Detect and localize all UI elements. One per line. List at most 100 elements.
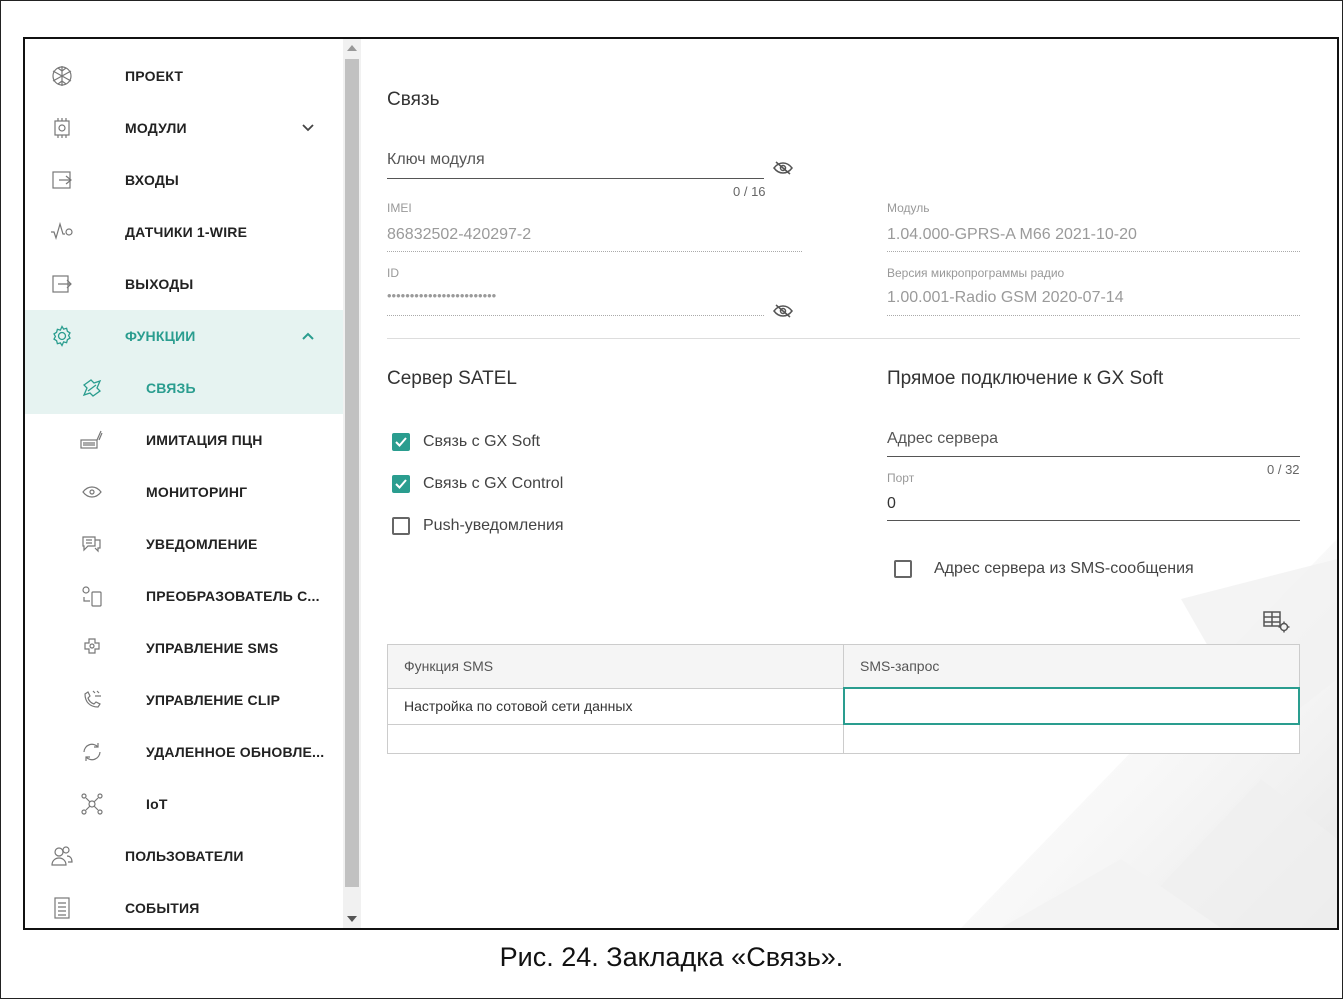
project-icon [49,63,75,89]
eye-off-icon[interactable] [773,160,793,176]
gx-soft-label: Связь с GX Soft [423,433,541,450]
sidebar-item-label: СОБЫТИЯ [125,900,200,916]
module-key-counter: 0 / 16 [733,184,766,199]
message-bubble-icon [79,531,105,557]
radio-firmware-value: 1.00.001-Radio GSM 2020-07-14 [887,289,1124,306]
sidebar-item-1wire-sensors[interactable]: ДАТЧИКИ 1-WIRE [25,206,343,258]
table-settings-icon[interactable] [1262,609,1292,633]
gx-soft-checkbox-row[interactable]: Связь с GX Soft [392,433,540,451]
sidebar-item-sms-control[interactable]: УПРАВЛЕНИЕ SMS [25,622,343,674]
module-label: Модуль [887,201,930,215]
gx-control-checkbox[interactable] [392,475,410,493]
table-cell-function: Настройка по сотовой сети данных [387,687,844,725]
column-header-sms-function[interactable]: Функция SMS [387,644,844,689]
section-title: Связь [387,89,440,110]
divider [387,338,1300,339]
sidebar-item-monitoring-station-simulation[interactable]: ИМИТАЦИЯ ПЦН [25,414,343,466]
sidebar-item-functions[interactable]: ФУНКЦИИ [25,310,343,362]
gear-icon [49,323,75,349]
sidebar-item-events[interactable]: СОБЫТИЯ [25,882,343,928]
main-panel: Связь Ключ модуля 0 / 16 IMEI 86832502-4… [361,39,1337,928]
sidebar-item-label: УПРАВЛЕНИЕ SMS [146,640,279,656]
sidebar-item-label: ПРЕОБРАЗОВАТЕЛЬ С... [146,588,320,604]
id-underline [387,315,764,316]
module-underline [887,251,1300,252]
port-underline [887,520,1300,521]
table-cell-sms-request-input[interactable] [842,687,1300,725]
scroll-down-arrow-icon[interactable] [347,916,357,922]
sidebar-item-label: ДАТЧИКИ 1-WIRE [125,224,248,240]
sidebar-item-converter[interactable]: ПРЕОБРАЗОВАТЕЛЬ С... [25,570,343,622]
sidebar-item-label: МОНИТОРИНГ [146,484,248,500]
sidebar: ПРОЕКТ МОДУЛИ ВХОДЫ ДАТЧИКИ 1-WIRE ВЫХОД… [25,39,343,928]
push-notifications-checkbox[interactable] [392,517,410,535]
server-address-counter: 0 / 32 [1267,462,1300,477]
sidebar-item-clip-control[interactable]: УПРАВЛЕНИЕ CLIP [25,674,343,726]
eye-icon [79,479,105,505]
chevron-down-icon[interactable] [300,120,316,136]
sidebar-item-modules[interactable]: МОДУЛИ [25,102,343,154]
table-row-empty [387,723,1300,754]
sms-functions-table: Функция SMS SMS-запрос Настройка по сото… [387,644,1300,754]
module-chip-icon [49,115,75,141]
monitoring-station-icon [79,427,105,453]
sidebar-item-label: ФУНКЦИИ [125,328,196,344]
sidebar-item-remote-update[interactable]: УДАЛЕННОЕ ОБНОВЛЕ... [25,726,343,778]
sidebar-scrollbar[interactable] [343,39,361,928]
module-key-field[interactable]: Ключ модуля [387,151,485,169]
scroll-thumb[interactable] [345,59,359,887]
table-cell [843,723,1300,754]
sidebar-item-notification[interactable]: УВЕДОМЛЕНИЕ [25,518,343,570]
sidebar-item-users[interactable]: ПОЛЬЗОВАТЕЛИ [25,830,343,882]
sidebar-item-project[interactable]: ПРОЕКТ [25,50,343,102]
port-label: Порт [887,471,915,485]
push-notifications-label: Push-уведомления [423,517,564,534]
port-input[interactable]: 0 [887,495,896,513]
table-cell [387,723,844,754]
sidebar-item-label: ВХОДЫ [125,172,179,188]
inputs-icon [49,167,75,193]
server-address-underline [887,456,1300,457]
sensor-wave-icon [49,219,75,245]
sidebar-item-iot[interactable]: IoT [25,778,343,830]
chevron-up-icon[interactable] [300,328,316,344]
radio-firmware-label: Версия микропрограммы радио [887,266,1065,280]
gx-control-label: Связь с GX Control [423,475,564,492]
imei-value: 86832502-420297-2 [387,226,532,243]
clip-phone-icon [79,687,105,713]
sidebar-item-outputs[interactable]: ВЫХОДЫ [25,258,343,310]
sidebar-item-communication[interactable]: СВЯЗЬ [25,362,343,414]
outputs-icon [49,271,75,297]
direct-connection-title: Прямое подключение к GX Soft [887,368,1164,389]
id-label: ID [387,266,399,280]
sidebar-item-label: УДАЛЕННОЕ ОБНОВЛЕ... [146,744,325,760]
satel-server-title: Сервер SATEL [387,368,517,389]
sidebar-item-monitoring[interactable]: МОНИТОРИНГ [25,466,343,518]
push-notifications-checkbox-row[interactable]: Push-уведомления [392,517,564,535]
phone-converter-icon [79,583,105,609]
sidebar-item-label: ИМИТАЦИЯ ПЦН [146,432,263,448]
id-value: •••••••••••••••••••••••• [387,288,497,303]
sms-control-icon [79,635,105,661]
sidebar-item-label: ВЫХОДЫ [125,276,194,292]
remote-update-icon [79,739,105,765]
sidebar-item-label: УПРАВЛЕНИЕ CLIP [146,692,281,708]
scroll-up-arrow-icon[interactable] [347,45,357,51]
gx-control-checkbox-row[interactable]: Связь с GX Control [392,475,563,493]
table-header-row: Функция SMS SMS-запрос [387,644,1300,689]
gx-soft-checkbox[interactable] [392,433,410,451]
eye-off-icon[interactable] [773,303,793,319]
app-window: ПРОЕКТ МОДУЛИ ВХОДЫ ДАТЧИКИ 1-WIRE ВЫХОД… [23,37,1339,930]
events-list-icon [49,895,75,921]
module-key-underline [387,178,764,179]
radio-firmware-underline [887,315,1300,316]
iot-network-icon [79,791,105,817]
sidebar-item-label: МОДУЛИ [125,120,187,136]
sidebar-item-inputs[interactable]: ВХОДЫ [25,154,343,206]
server-address-field[interactable]: Адрес сервера [887,430,998,448]
sidebar-item-label: ПОЛЬЗОВАТЕЛИ [125,848,244,864]
column-header-sms-request[interactable]: SMS-запрос [843,644,1300,689]
sms-server-address-checkbox-row[interactable]: Адрес сервера из SMS-сообщения [894,560,1194,578]
sms-server-address-checkbox[interactable] [894,560,912,578]
imei-underline [387,251,802,252]
